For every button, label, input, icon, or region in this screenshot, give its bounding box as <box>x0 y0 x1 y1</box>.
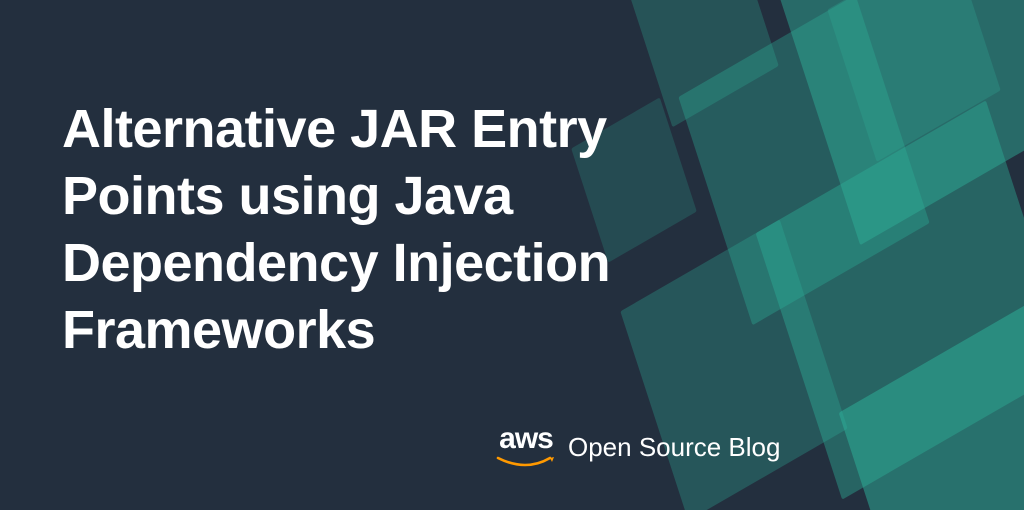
cube-shape <box>839 280 1024 510</box>
cube-shape <box>780 0 1024 245</box>
blog-label: Open Source Blog <box>568 434 780 460</box>
blog-banner: Alternative JAR Entry Points using Java … <box>0 0 1024 510</box>
banner-title: Alternative JAR Entry Points using Java … <box>62 96 782 364</box>
aws-smile-icon <box>496 456 556 470</box>
aws-logo-text: aws <box>499 424 553 454</box>
aws-logo: aws <box>496 424 556 470</box>
brand-row: aws Open Source Blog <box>496 424 780 470</box>
cube-shape <box>756 100 1024 499</box>
cube-shape <box>827 0 1000 162</box>
